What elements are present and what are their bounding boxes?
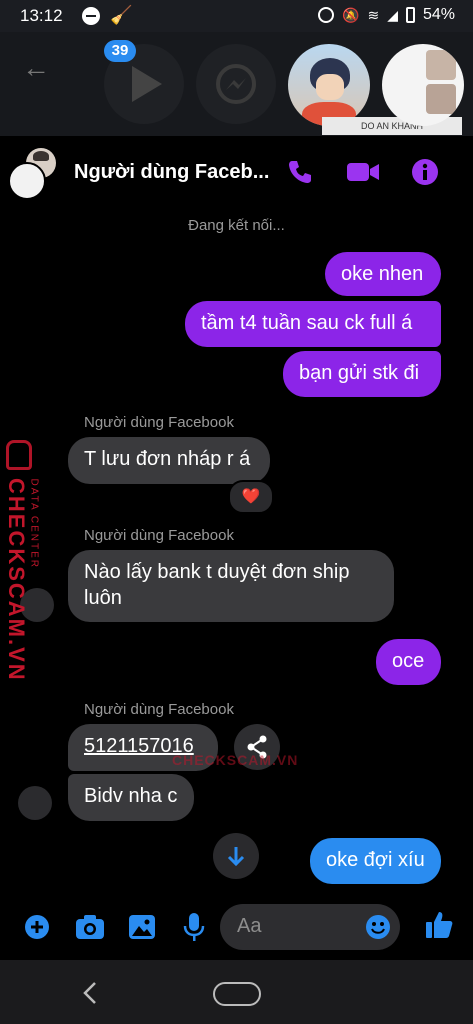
- message-outgoing-sending[interactable]: oke đợi xíu: [310, 838, 441, 884]
- watermark-brand: CHECKSCAM.VN: [4, 478, 29, 682]
- broom-icon: 🧹: [110, 5, 133, 25]
- message-input-placeholder: Aa: [237, 915, 262, 937]
- info-icon[interactable]: [411, 158, 439, 186]
- status-time: 13:12: [20, 6, 63, 25]
- chat-head-avatar-collage[interactable]: [382, 44, 464, 126]
- dnd-icon: [82, 7, 100, 25]
- emoji-icon[interactable]: [365, 914, 391, 940]
- play-icon: [132, 66, 162, 102]
- alarm-icon: [318, 7, 335, 23]
- gallery-icon[interactable]: [128, 914, 156, 940]
- camera-icon[interactable]: [75, 914, 105, 940]
- messenger-icon: [216, 64, 256, 104]
- sender-name: Người dùng Facebook: [84, 414, 234, 431]
- thumbs-up-icon[interactable]: [424, 910, 454, 940]
- chat-head-avatar-anime[interactable]: [288, 44, 370, 126]
- wifi-icon: ≋: [367, 6, 380, 23]
- battery-percent: 54%: [422, 6, 455, 23]
- message-outgoing[interactable]: oce: [376, 639, 441, 685]
- status-icons: 🔕 ≋ ◢ 54%: [318, 6, 455, 24]
- sender-name: Người dùng Facebook: [84, 701, 234, 718]
- battery-icon: [405, 7, 415, 23]
- plus-icon[interactable]: [24, 914, 50, 940]
- watermark-center: CHECKSCAM.VN: [172, 752, 299, 768]
- message-outgoing[interactable]: bạn gửi stk đi: [283, 351, 441, 397]
- message-incoming[interactable]: Nào lấy bank t duyệt đơn ship luôn: [68, 550, 394, 622]
- nav-back-icon[interactable]: [80, 980, 100, 1006]
- mute-icon: 🔕: [342, 6, 360, 23]
- connection-status: Đang kết nối...: [188, 217, 285, 234]
- nav-home-button[interactable]: [213, 982, 261, 1006]
- sender-avatar: [18, 786, 52, 820]
- contact-name[interactable]: Người dùng Faceb...: [74, 161, 269, 184]
- scroll-down-button[interactable]: [213, 833, 259, 879]
- message-incoming[interactable]: T lưu đơn nháp r á: [68, 437, 270, 484]
- message-incoming[interactable]: Bidv nha c: [68, 774, 194, 821]
- message-outgoing[interactable]: oke nhen: [325, 252, 441, 296]
- signal-icon: ◢: [387, 6, 398, 23]
- microphone-icon[interactable]: [182, 912, 206, 942]
- arrow-down-icon: [227, 847, 245, 867]
- heart-reaction[interactable]: ❤️: [228, 480, 274, 514]
- lock-logo-icon: [6, 440, 32, 470]
- video-call-icon[interactable]: [346, 160, 380, 184]
- phone-icon[interactable]: [286, 158, 314, 186]
- sender-name: Người dùng Facebook: [84, 527, 234, 544]
- unread-badge: 39: [104, 40, 136, 62]
- contact-avatar-secondary: [8, 162, 46, 200]
- back-arrow-icon[interactable]: ←: [22, 52, 50, 84]
- message-outgoing[interactable]: tầm t4 tuần sau ck full á: [185, 301, 441, 347]
- watermark-sub: DATA CENTER: [28, 478, 40, 570]
- messenger-chat-head[interactable]: [196, 44, 276, 124]
